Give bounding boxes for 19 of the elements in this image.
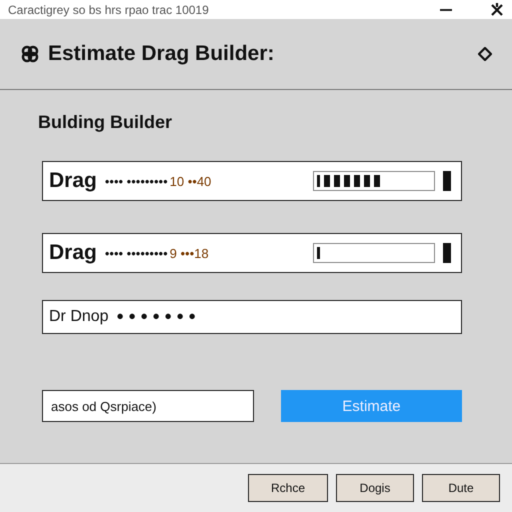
footer-button[interactable]: Dute [422,474,500,502]
row-label: Drag [49,169,97,193]
meter-handle[interactable] [443,171,451,191]
reading: 10 ••40 [170,174,212,188]
row-label: Drag [49,241,97,265]
meter-handle[interactable] [443,243,451,263]
masked-value: •••• ••••••••• [104,246,168,260]
window-title: Caractigrey so bs hrs rpao trac 10019 [8,2,210,16]
diamond-icon[interactable] [478,47,492,61]
close-icon[interactable] [490,2,504,16]
masked-value: •••• ••••••••• [104,174,168,188]
footer-button[interactable]: Rchce [248,474,328,502]
minimize-icon[interactable] [440,8,452,10]
section-title: Bulding Builder [38,112,173,133]
reading: 9 •••18 [170,246,209,260]
password-field[interactable]: Dr Dnop ••••••• [42,300,462,334]
input-field[interactable]: asos od Qsrpiace) [42,390,254,422]
dialog-title: Estimate Drag Builder: [48,42,276,66]
footer-button[interactable]: Dogis [336,474,414,502]
